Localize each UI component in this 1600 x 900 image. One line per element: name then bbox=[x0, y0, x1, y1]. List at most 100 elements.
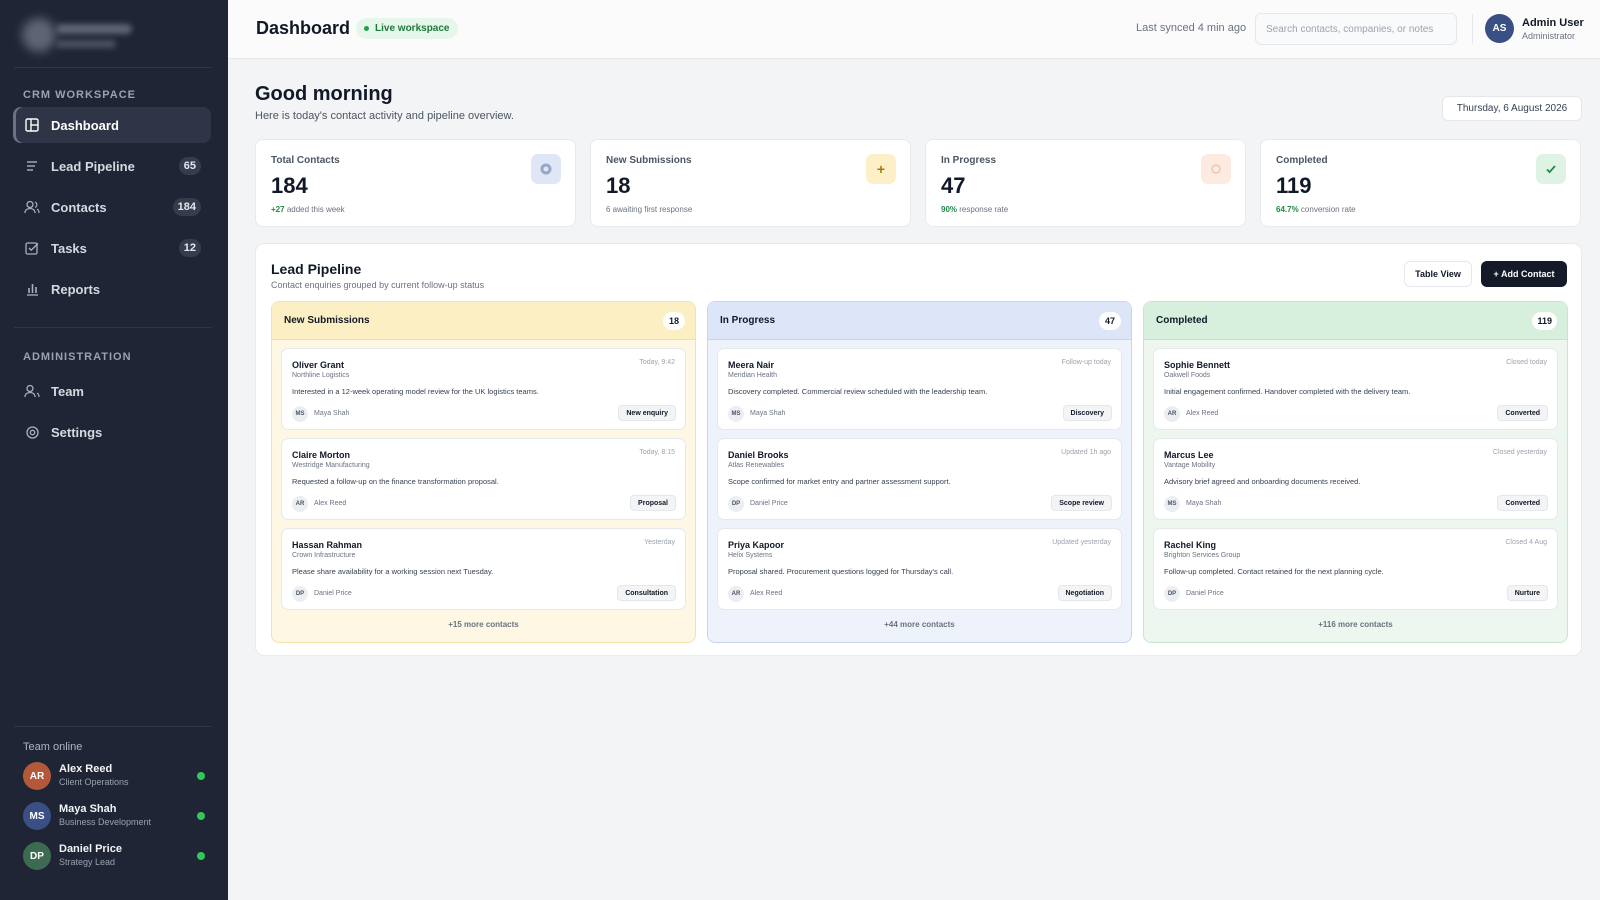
lead-pipeline-panel: Lead Pipeline Contact enquiries grouped … bbox=[255, 243, 1582, 656]
owner-name: Alex Reed bbox=[314, 500, 347, 507]
sidebar: CRM WORKSPACE Dashboard Lead Pipeline 65… bbox=[0, 0, 228, 900]
stat-value: 119 bbox=[1276, 173, 1312, 198]
online-status-dot bbox=[197, 812, 205, 820]
page-title: Dashboard bbox=[256, 18, 351, 38]
contact-company: Northline Logistics bbox=[292, 372, 350, 379]
contact-note: Follow-up completed. Contact retained fo… bbox=[1164, 567, 1384, 576]
more-contacts-link[interactable]: +15 more contacts bbox=[272, 620, 695, 629]
contact-company: Helix Systems bbox=[728, 552, 773, 559]
reports-icon bbox=[24, 281, 40, 297]
contact-time: Closed today bbox=[1506, 359, 1547, 366]
team-member-maya-shah[interactable]: MS Maya Shah Business Development bbox=[23, 802, 205, 832]
column-title: Completed bbox=[1156, 315, 1208, 326]
more-contacts-link[interactable]: +116 more contacts bbox=[1144, 620, 1567, 629]
column-count-badge: 47 bbox=[1099, 312, 1121, 330]
sidebar-item-team[interactable]: Team bbox=[13, 373, 211, 409]
contact-card[interactable]: Sophie Bennett Oakwell Foods Closed toda… bbox=[1153, 348, 1558, 430]
greeting-subtitle: Here is today's contact activity and pip… bbox=[255, 110, 514, 122]
contact-time: Follow-up today bbox=[1061, 359, 1111, 366]
contact-name: Priya Kapoor bbox=[728, 540, 785, 550]
owner-name: Alex Reed bbox=[1186, 410, 1219, 417]
contact-company: Meridian Health bbox=[728, 372, 778, 379]
status-tag: New enquiry bbox=[618, 405, 676, 421]
contact-card[interactable]: Oliver Grant Northline Logistics Today, … bbox=[281, 348, 686, 430]
stat-highlight: 90% bbox=[941, 205, 958, 214]
user-avatar[interactable]: AS bbox=[1485, 14, 1514, 43]
contact-card[interactable]: Priya Kapoor Helix Systems Updated yeste… bbox=[717, 528, 1122, 610]
sidebar-item-tasks[interactable]: Tasks 12 bbox=[13, 230, 211, 266]
contact-card[interactable]: Claire Morton Westridge Manufacturing To… bbox=[281, 438, 686, 520]
owner-name: Daniel Price bbox=[314, 590, 352, 597]
dashboard-icon bbox=[24, 117, 40, 133]
member-name: Alex Reed bbox=[59, 763, 113, 775]
contact-card[interactable]: Daniel Brooks Atlas Renewables Updated 1… bbox=[717, 438, 1122, 520]
header-divider bbox=[1472, 14, 1473, 44]
search-input[interactable] bbox=[1255, 13, 1457, 45]
owner-name: Maya Shah bbox=[314, 410, 350, 417]
greeting-title: Good morning bbox=[255, 83, 393, 105]
sidebar-item-lead-pipeline[interactable]: Lead Pipeline 65 bbox=[13, 148, 211, 184]
more-contacts-link[interactable]: +44 more contacts bbox=[708, 620, 1131, 629]
sidebar-item-label: Dashboard bbox=[51, 117, 119, 133]
count-badge: 12 bbox=[178, 239, 201, 257]
column-header: New Submissions 18 bbox=[272, 302, 695, 340]
column-new-submissions: New Submissions 18 Oliver Grant Northlin… bbox=[271, 301, 696, 643]
team-online-title: Team online bbox=[23, 741, 83, 753]
contact-time: Updated 1h ago bbox=[1061, 449, 1111, 456]
column-count-badge: 119 bbox=[1532, 312, 1557, 330]
owner-name: Daniel Price bbox=[1186, 590, 1224, 597]
stat-card-new-submissions: New Submissions 18 6 awaiting first resp… bbox=[590, 139, 911, 227]
contact-company: Atlas Renewables bbox=[728, 462, 785, 469]
contact-card[interactable]: Rachel King Brighton Services Group Clos… bbox=[1153, 528, 1558, 610]
sidebar-item-dashboard[interactable]: Dashboard bbox=[13, 107, 211, 143]
stat-card-total-contacts: Total Contacts 184 +27 added this week bbox=[255, 139, 576, 227]
contact-card[interactable]: Meera Nair Meridian Health Follow-up tod… bbox=[717, 348, 1122, 430]
stat-card-in-progress: In Progress 47 90% response rate bbox=[925, 139, 1246, 227]
contact-note: Requested a follow-up on the finance tra… bbox=[292, 477, 499, 486]
column-count-badge: 18 bbox=[663, 312, 685, 330]
owner-name: Maya Shah bbox=[750, 410, 786, 417]
contact-company: Crown Infrastructure bbox=[292, 552, 356, 559]
sidebar-item-settings[interactable]: Settings bbox=[13, 414, 211, 450]
stat-label: Completed bbox=[1276, 155, 1328, 166]
status-tag: Converted bbox=[1497, 405, 1548, 421]
avatar: MS bbox=[23, 802, 51, 830]
stat-value: 47 bbox=[941, 173, 966, 198]
contact-card[interactable]: Marcus Lee Vantage Mobility Closed yeste… bbox=[1153, 438, 1558, 520]
count-badge: 184 bbox=[172, 198, 201, 216]
owner-avatar: AR bbox=[292, 496, 308, 512]
sidebar-divider bbox=[14, 67, 212, 68]
member-name: Daniel Price bbox=[59, 843, 122, 855]
user-role: Administrator bbox=[1522, 31, 1576, 41]
team-icon bbox=[24, 383, 40, 399]
sidebar-divider bbox=[14, 726, 212, 727]
sidebar-divider bbox=[14, 327, 212, 328]
online-status-dot bbox=[197, 772, 205, 780]
column-in-progress: In Progress 47 Meera Nair Meridian Healt… bbox=[707, 301, 1132, 643]
stat-value: 184 bbox=[271, 173, 308, 198]
contact-card[interactable]: Hassan Rahman Crown Infrastructure Yeste… bbox=[281, 528, 686, 610]
contact-time: Closed 4 Aug bbox=[1505, 539, 1547, 546]
table-view-button[interactable]: Table View bbox=[1404, 261, 1472, 287]
owner-avatar: MS bbox=[728, 406, 744, 422]
stat-note-text: conversion rate bbox=[1300, 205, 1356, 214]
member-role: Client Operations bbox=[59, 777, 129, 787]
sidebar-item-reports[interactable]: Reports bbox=[13, 271, 211, 307]
team-member-daniel-price[interactable]: DP Daniel Price Strategy Lead bbox=[23, 842, 205, 872]
brand-logo[interactable] bbox=[22, 14, 132, 58]
status-tag: Consultation bbox=[617, 585, 676, 601]
column-completed: Completed 119 Sophie Bennett Oakwell Foo… bbox=[1143, 301, 1568, 643]
check-icon bbox=[1536, 154, 1566, 184]
user-name[interactable]: Admin User bbox=[1522, 17, 1584, 29]
stat-label: New Submissions bbox=[606, 155, 692, 166]
contact-name: Marcus Lee bbox=[1164, 450, 1214, 460]
member-role: Strategy Lead bbox=[59, 857, 116, 867]
team-member-alex-reed[interactable]: AR Alex Reed Client Operations bbox=[23, 762, 205, 792]
sidebar-item-contacts[interactable]: Contacts 184 bbox=[13, 189, 211, 225]
contact-name: Hassan Rahman bbox=[292, 540, 363, 550]
contact-time: Closed yesterday bbox=[1492, 449, 1547, 456]
add-contact-button[interactable]: + Add Contact bbox=[1481, 261, 1567, 287]
sidebar-item-label: Settings bbox=[51, 424, 103, 440]
status-tag: Proposal bbox=[630, 495, 676, 511]
contact-name: Meera Nair bbox=[728, 360, 775, 370]
